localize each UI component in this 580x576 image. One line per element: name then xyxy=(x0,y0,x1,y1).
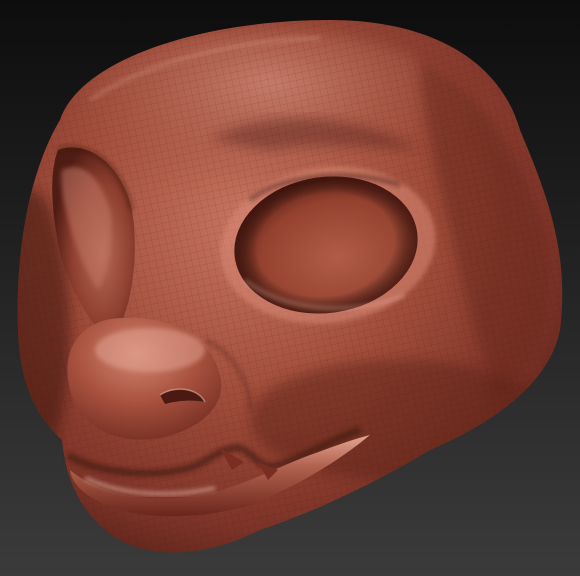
sculpt-viewport[interactable] xyxy=(0,0,580,576)
sculpt-render xyxy=(0,0,580,576)
